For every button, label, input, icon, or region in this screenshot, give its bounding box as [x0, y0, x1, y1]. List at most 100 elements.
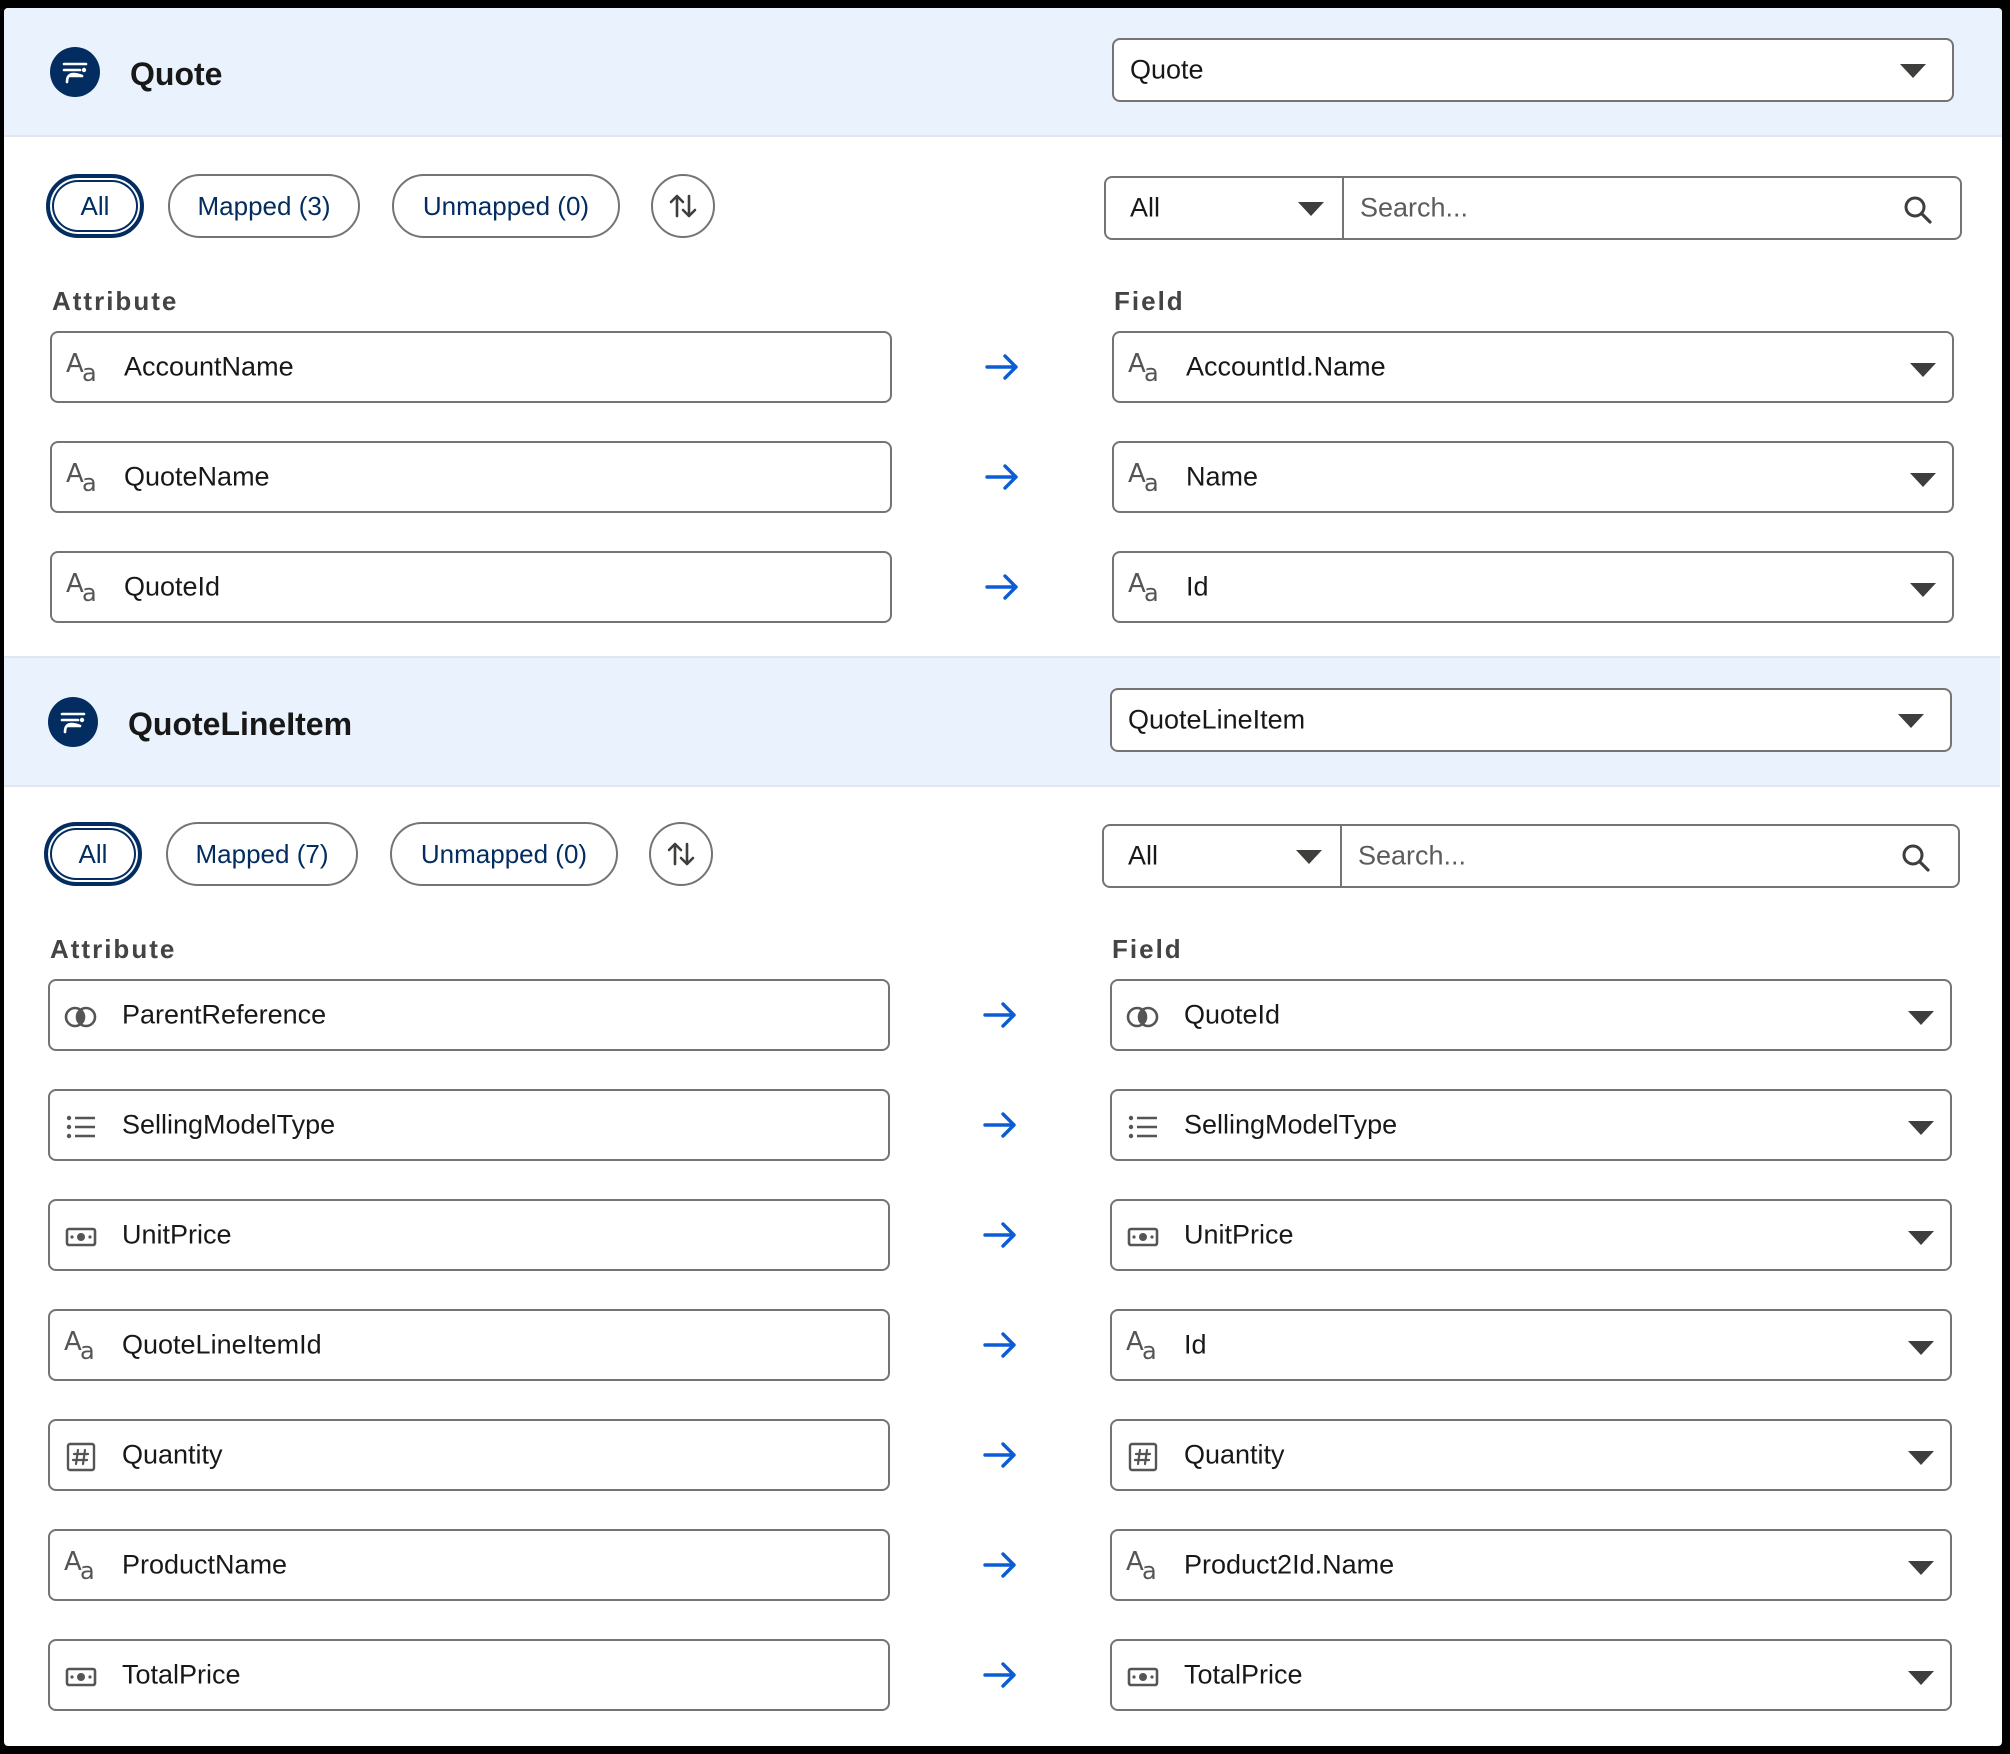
mapping-row: Aa ProductName Aa Product2Id.Name [4, 1529, 2000, 1601]
field-label: Quantity [1184, 1439, 1285, 1470]
mapping-row: Aa QuoteLineItemId Aa Id [4, 1309, 2000, 1381]
attribute-input[interactable]: ParentReference [48, 979, 890, 1051]
attribute-column-header: Attribute [52, 286, 179, 316]
text-icon: Aa [66, 349, 97, 387]
object-mapping-icon [48, 697, 98, 747]
reference-icon [1126, 1001, 1160, 1033]
mapping-row: UnitPrice UnitPrice [4, 1199, 2000, 1271]
currency-icon [64, 1221, 98, 1253]
mapping-row: Aa QuoteId Aa Id [4, 551, 2002, 623]
currency-icon [1126, 1661, 1160, 1693]
field-select[interactable]: Quantity [1110, 1419, 1952, 1491]
text-icon: Aa [1126, 1327, 1157, 1365]
caret-down-icon [1908, 1341, 1934, 1355]
arrow-right-icon [982, 1111, 1018, 1139]
field-select[interactable]: TotalPrice [1110, 1639, 1952, 1711]
arrow-right-icon [982, 1331, 1018, 1359]
caret-down-icon [1908, 1561, 1934, 1575]
search-icon [1904, 196, 1932, 224]
caret-down-icon [1910, 363, 1936, 377]
filter-all-button[interactable]: All [44, 822, 142, 886]
mapping-row: TotalPrice TotalPrice [4, 1639, 2000, 1711]
attribute-label: ParentReference [122, 999, 327, 1030]
number-icon [64, 1441, 98, 1473]
field-select[interactable]: UnitPrice [1110, 1199, 1952, 1271]
field-label: AccountId.Name [1186, 351, 1386, 382]
filter-unmapped-button[interactable]: Unmapped (0) [392, 174, 620, 238]
attribute-input[interactable]: Aa AccountName [50, 331, 892, 403]
field-select[interactable]: SellingModelType [1110, 1089, 1952, 1161]
search-input[interactable]: Search... [1344, 176, 1962, 240]
sort-button[interactable] [649, 822, 713, 886]
mapping-row: ParentReference QuoteId [4, 979, 2000, 1051]
filter-all-button[interactable]: All [46, 174, 144, 238]
attribute-input[interactable]: Quantity [48, 1419, 890, 1491]
sort-icon [669, 194, 697, 218]
attribute-input[interactable]: SellingModelType [48, 1089, 890, 1161]
field-label: Product2Id.Name [1184, 1549, 1395, 1580]
object-select[interactable]: Quote [1112, 38, 1954, 102]
attribute-column-header: Attribute [50, 934, 177, 964]
type-filter-select[interactable]: All [1102, 824, 1342, 888]
text-icon: Aa [64, 1327, 95, 1365]
field-select[interactable]: Aa AccountId.Name [1112, 331, 1954, 403]
field-label: TotalPrice [1184, 1659, 1303, 1690]
caret-down-icon [1908, 1451, 1934, 1465]
section-header: Quote Quote [4, 8, 2002, 137]
field-select[interactable]: Aa Product2Id.Name [1110, 1529, 1952, 1601]
attribute-input[interactable]: Aa QuoteId [50, 551, 892, 623]
filter-mapped-button[interactable]: Mapped (7) [166, 822, 358, 886]
mapping-row: Aa AccountName Aa AccountId.Name [4, 331, 2002, 403]
sort-icon [667, 842, 695, 866]
field-select[interactable]: Aa Id [1112, 551, 1954, 623]
attribute-input[interactable]: Aa ProductName [48, 1529, 890, 1601]
object-select[interactable]: QuoteLineItem [1110, 688, 1952, 752]
attribute-input[interactable]: Aa QuoteName [50, 441, 892, 513]
attribute-input[interactable]: Aa QuoteLineItemId [48, 1309, 890, 1381]
section-quote: Quote Quote All Mapped (3) Unmapped (0) … [4, 8, 2002, 658]
filter-mapped-button[interactable]: Mapped (3) [168, 174, 360, 238]
type-filter-value: All [1130, 192, 1161, 223]
mapping-row: Aa QuoteName Aa Name [4, 441, 2002, 513]
arrow-right-icon [982, 1441, 1018, 1469]
attribute-label: QuoteName [124, 461, 270, 492]
attribute-label: QuoteId [124, 571, 221, 602]
field-column-header: Field [1112, 934, 1183, 964]
search-placeholder: Search... [1360, 192, 1469, 223]
reference-icon [64, 1001, 98, 1033]
field-label: Id [1186, 571, 1209, 602]
section-title: QuoteLineItem [128, 706, 353, 742]
caret-down-icon [1908, 1011, 1934, 1025]
arrow-right-icon [982, 1001, 1018, 1029]
attribute-label: Quantity [122, 1439, 223, 1470]
field-select[interactable]: QuoteId [1110, 979, 1952, 1051]
field-select[interactable]: Aa Id [1110, 1309, 1952, 1381]
picklist-icon [64, 1111, 98, 1143]
attribute-input[interactable]: UnitPrice [48, 1199, 890, 1271]
attribute-label: UnitPrice [122, 1219, 232, 1250]
type-filter-select[interactable]: All [1104, 176, 1344, 240]
mapping-row: SellingModelType SellingModelType [4, 1089, 2000, 1161]
field-label: SellingModelType [1184, 1109, 1398, 1140]
caret-down-icon [1908, 1671, 1934, 1685]
number-icon [1126, 1441, 1160, 1473]
attribute-label: TotalPrice [122, 1659, 241, 1690]
caret-down-icon [1900, 64, 1926, 78]
caret-down-icon [1910, 583, 1936, 597]
object-select-value: QuoteLineItem [1128, 704, 1306, 735]
sort-button[interactable] [651, 174, 715, 238]
text-icon: Aa [66, 569, 97, 607]
arrow-right-icon [984, 463, 1020, 491]
text-icon: Aa [64, 1547, 95, 1585]
field-select[interactable]: Aa Name [1112, 441, 1954, 513]
mapping-canvas: Quote Quote All Mapped (3) Unmapped (0) … [4, 8, 2002, 1746]
caret-down-icon [1298, 202, 1324, 216]
filter-unmapped-button[interactable]: Unmapped (0) [390, 822, 618, 886]
arrow-right-icon [982, 1551, 1018, 1579]
currency-icon [64, 1661, 98, 1693]
picklist-icon [1126, 1111, 1160, 1143]
arrow-right-icon [982, 1661, 1018, 1689]
search-input[interactable]: Search... [1342, 824, 1960, 888]
attribute-input[interactable]: TotalPrice [48, 1639, 890, 1711]
search-icon [1902, 844, 1930, 872]
